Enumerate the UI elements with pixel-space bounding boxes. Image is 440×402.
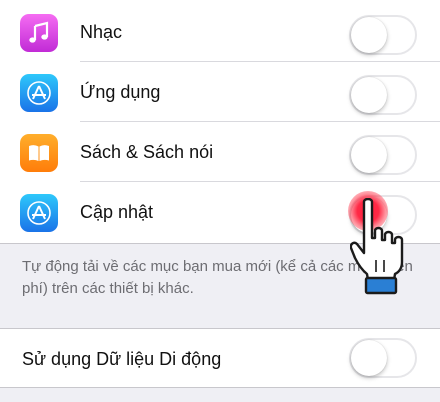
toggle-knob bbox=[351, 17, 387, 53]
settings-row-books: Sách & Sách nói bbox=[0, 122, 440, 182]
settings-row-apps: Ứng dụng bbox=[0, 62, 440, 122]
apps-toggle[interactable] bbox=[349, 75, 417, 115]
settings-row-label: Ứng dụng bbox=[80, 82, 161, 102]
books-icon bbox=[20, 134, 58, 172]
cellular-data-toggle[interactable] bbox=[349, 338, 417, 378]
cellular-data-group: Sử dụng Dữ liệu Di động bbox=[0, 328, 440, 388]
books-toggle[interactable] bbox=[349, 135, 417, 175]
app-store-icon bbox=[20, 74, 58, 112]
toggle-knob bbox=[351, 77, 387, 113]
settings-row-label: Sử dụng Dữ liệu Di động bbox=[22, 349, 222, 369]
settings-row-cellular: Sử dụng Dữ liệu Di động bbox=[0, 329, 440, 389]
settings-row-music: Nhạc bbox=[0, 2, 440, 62]
toggle-knob bbox=[351, 137, 387, 173]
settings-row-label: Cập nhật bbox=[80, 202, 154, 222]
app-store-icon bbox=[20, 194, 58, 232]
settings-row-label: Sách & Sách nói bbox=[80, 142, 214, 162]
itunes-app-store-settings: Nhạc Ứng dụng Sách & Sách nói Cập nhật T… bbox=[0, 0, 440, 402]
music-toggle[interactable] bbox=[349, 15, 417, 55]
settings-row-label: Nhạc bbox=[80, 22, 123, 42]
music-note-icon bbox=[20, 14, 58, 52]
toggle-knob bbox=[351, 340, 387, 376]
hand-pointer-icon bbox=[350, 198, 404, 295]
